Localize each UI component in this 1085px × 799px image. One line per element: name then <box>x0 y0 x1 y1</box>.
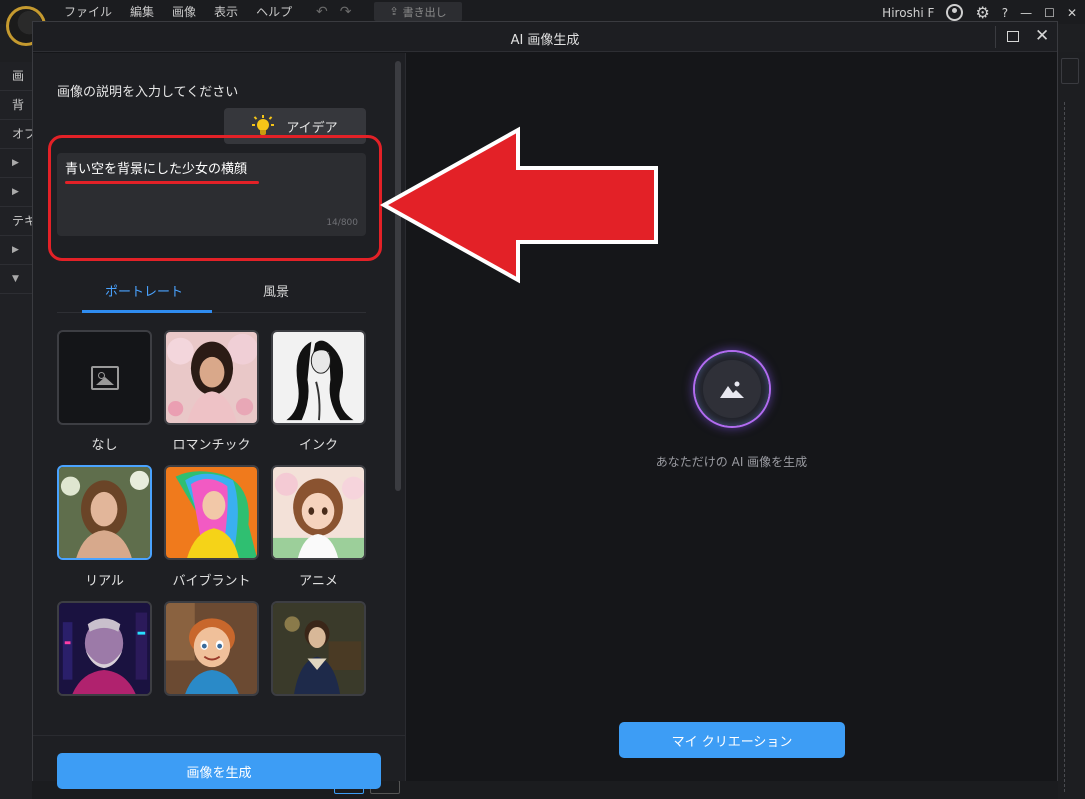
panel-item[interactable]: 背 <box>0 91 32 120</box>
panel-edge <box>1061 58 1079 84</box>
style-label: ロマンチック <box>172 438 251 453</box>
undo-redo-group: ↶ ↷ <box>316 4 351 20</box>
style-card-vibrant[interactable] <box>164 465 259 560</box>
redo-icon[interactable]: ↷ <box>340 4 352 20</box>
my-creations-button[interactable]: マイ クリエーション <box>619 722 845 758</box>
lightbulb-icon <box>252 115 275 137</box>
main-menu: ファイル 編集 画像 表示 ヘルプ <box>64 4 292 20</box>
export-label: 書き出し <box>402 5 447 19</box>
cyberpunk-thumbnail <box>59 603 150 694</box>
menu-image[interactable]: 画像 <box>172 4 196 20</box>
image-icon <box>90 365 119 390</box>
footer-divider <box>33 735 405 736</box>
menu-help[interactable]: ヘルプ <box>256 4 292 20</box>
tab-portrait[interactable]: ポートレート <box>105 281 183 300</box>
background-right-panel <box>1058 52 1085 799</box>
style-card-real[interactable] <box>57 465 152 560</box>
menu-edit[interactable]: 編集 <box>130 4 154 20</box>
background-layer-panel: 画 背 オブ ▶ ▶ テキ ▶ ▼ <box>0 62 32 799</box>
ai-image-icon <box>695 352 769 426</box>
style-label: インク <box>298 438 338 453</box>
prompt-label: 画像の説明を入力してください <box>57 85 239 100</box>
guide-line <box>1064 102 1065 792</box>
annotation-highlight-box <box>48 135 382 261</box>
active-tab-indicator <box>82 310 212 313</box>
vibrant-thumbnail <box>166 467 257 558</box>
real-thumbnail <box>59 467 150 558</box>
style-card-anime[interactable] <box>271 465 366 560</box>
close-icon[interactable]: ✕ <box>1035 26 1049 46</box>
generate-image-button[interactable]: 画像を生成 <box>57 753 381 789</box>
menu-file[interactable]: ファイル <box>64 4 112 20</box>
minimize-icon[interactable]: — <box>1020 6 1032 20</box>
user-icon[interactable] <box>946 4 964 21</box>
upload-icon: ⇪ <box>389 5 399 18</box>
style-label: アニメ <box>299 574 338 589</box>
style-card-3d[interactable] <box>164 601 259 696</box>
3d-thumbnail <box>166 603 257 694</box>
ink-thumbnail <box>273 332 364 423</box>
panel-item[interactable]: テキ <box>0 207 32 236</box>
menu-view[interactable]: 表示 <box>214 4 238 20</box>
idea-button-label: アイデア <box>286 120 338 136</box>
window-maximize-icon[interactable]: ☐ <box>1044 6 1055 20</box>
maximize-icon[interactable] <box>1007 31 1019 42</box>
gear-icon[interactable]: ⚙ <box>975 3 989 22</box>
style-card-cyberpunk[interactable] <box>57 601 152 696</box>
annotation-arrow-icon <box>379 126 658 284</box>
titlebar-divider <box>995 26 996 48</box>
undo-icon[interactable]: ↶ <box>316 4 328 20</box>
style-card-romantic[interactable] <box>164 330 259 425</box>
style-label: なし <box>91 438 118 453</box>
panel-item[interactable]: オブ <box>0 120 32 149</box>
romantic-thumbnail <box>166 332 257 423</box>
style-category-tabs: ポートレート 風景 <box>57 273 366 313</box>
window-close-icon[interactable]: ✕ <box>1067 6 1077 20</box>
panel-item[interactable]: ▼ <box>0 265 32 294</box>
style-label: バイブラント <box>172 574 251 589</box>
panel-item[interactable]: ▶ <box>0 178 32 207</box>
empty-state-text: あなただけの AI 画像を生成 <box>655 455 808 469</box>
window-controls: Hiroshi F ⚙ ? — ☐ ✕ <box>882 3 1077 22</box>
style-card-ink[interactable] <box>271 330 366 425</box>
panel-item[interactable]: ▶ <box>0 236 32 265</box>
help-icon[interactable]: ? <box>1002 6 1008 20</box>
panel-item[interactable]: ▶ <box>0 149 32 178</box>
classic-thumbnail <box>273 603 364 694</box>
style-card-none[interactable] <box>57 330 152 425</box>
export-button[interactable]: ⇪ 書き出し <box>374 2 462 21</box>
anime-thumbnail <box>273 467 364 558</box>
style-card-classic[interactable] <box>271 601 366 696</box>
dialog-title: AI 画像生成 <box>510 33 580 48</box>
dialog-titlebar: AI 画像生成 ✕ <box>33 22 1057 52</box>
tab-landscape[interactable]: 風景 <box>263 281 289 300</box>
user-name: Hiroshi F <box>882 5 935 20</box>
style-label: リアル <box>85 574 124 589</box>
panel-item[interactable]: 画 <box>0 62 32 91</box>
style-grid: なし ロマンチック インク リアル バイブラント アニメ <box>57 330 367 725</box>
